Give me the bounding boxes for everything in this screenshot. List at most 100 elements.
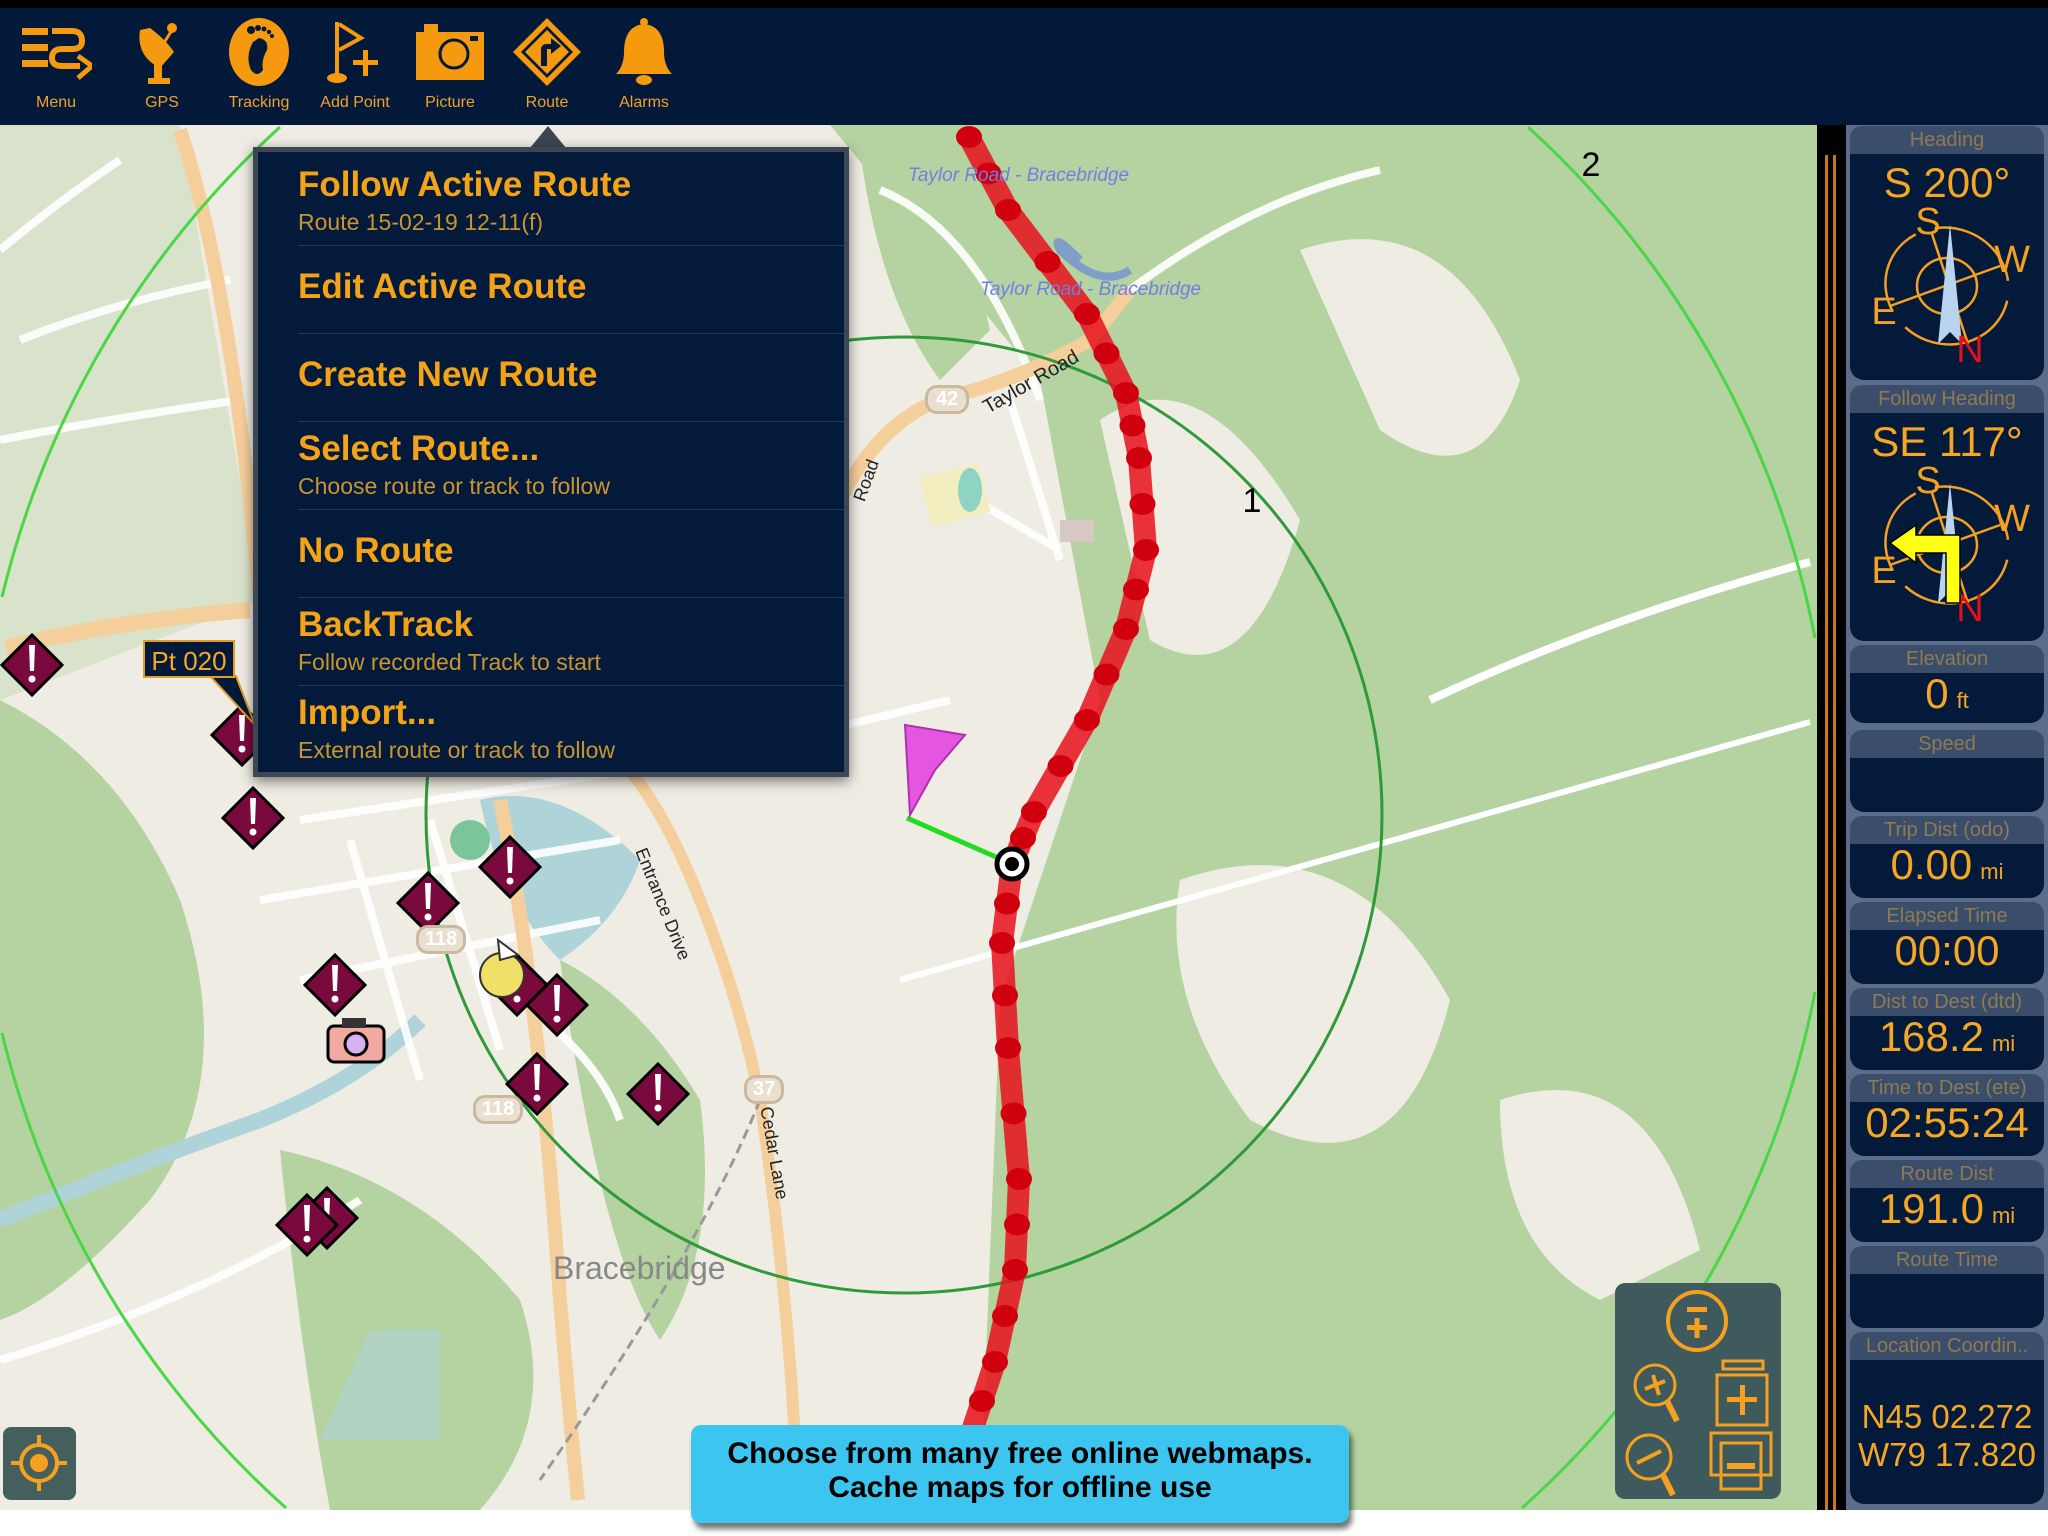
menu-item-follow-active-route[interactable]: Follow Active Route Route 15-02-19 12-11… — [298, 157, 844, 246]
zoom-toggle-icon[interactable] — [1665, 1289, 1729, 1353]
menu-item-edit-active-route[interactable]: Edit Active Route — [298, 245, 844, 334]
time-to-dest-value: 02:55:24 — [1865, 1099, 2029, 1146]
zoom-in-icon[interactable] — [1631, 1361, 1685, 1425]
compass-e-label: E — [1871, 550, 1896, 592]
route-shield-118-south: 118 — [473, 1095, 524, 1124]
route-label: Route — [525, 94, 569, 111]
map-layer-add-icon[interactable] — [1715, 1359, 1771, 1427]
elevation-unit: ft — [1956, 688, 1969, 713]
menu-item-create-new-route[interactable]: Create New Route — [298, 333, 844, 422]
route-point — [989, 932, 1015, 954]
menu-item-no-route[interactable]: No Route — [298, 509, 844, 598]
alarms-button[interactable]: Alarms — [594, 16, 694, 126]
trip-dist-label: Trip Dist (odo) — [1850, 816, 2044, 844]
gps-label: GPS — [145, 94, 179, 111]
follow-compass-icon: SWEN — [1871, 460, 2030, 630]
map-label-town-bracebridge: Bracebridge — [553, 1250, 726, 1286]
gps-button[interactable]: GPS — [112, 16, 212, 126]
route-menu: Follow Active Route Route 15-02-19 12-11… — [253, 147, 849, 777]
menu-item-title: Edit Active Route — [298, 267, 587, 306]
menu-item-title: BackTrack — [298, 605, 474, 644]
time-to-dest-widget[interactable]: Time to Dest (ete) 02:55:24 — [1850, 1074, 2044, 1156]
compass-s-label: S — [1915, 463, 1940, 502]
route-point — [1047, 755, 1074, 777]
camera-icon — [416, 24, 484, 80]
route-point — [1093, 663, 1120, 686]
menu-item-title: Import... — [298, 693, 437, 732]
poi-sun-marker-icon[interactable] — [479, 937, 525, 998]
location-widget[interactable]: Location Coordin.. N45 02.272 W79 17.820 — [1850, 1332, 2044, 1504]
destination-flag-icon — [903, 723, 967, 819]
menu-item-subtitle: Route 15-02-19 12-11(f) — [298, 209, 544, 235]
elevation-widget[interactable]: Elevation 0 ft — [1850, 645, 2044, 723]
waypoint-alert-icon[interactable] — [302, 952, 368, 1018]
satellite-dish-icon — [139, 23, 177, 84]
zoom-out-icon[interactable] — [1625, 1433, 1683, 1497]
waypoint-label-pt-020[interactable]: Pt 020 — [143, 640, 235, 678]
elevation-label: Elevation — [1850, 645, 2044, 673]
route-time-widget[interactable]: Route Time — [1850, 1246, 2044, 1328]
route-point — [1021, 801, 1047, 823]
route-point — [1006, 1168, 1032, 1190]
latitude-value: N45 02.272 — [1861, 1398, 2033, 1435]
compass-w-label: W — [1994, 498, 2030, 540]
route-time-label: Route Time — [1850, 1246, 2044, 1274]
map-label-taylor-road-bracebridge-2: Taylor Road - Bracebridge — [980, 279, 1202, 300]
route-point — [1119, 414, 1146, 437]
route-point — [992, 1305, 1018, 1327]
menu-item-select-route[interactable]: Select Route... Choose route or track to… — [298, 421, 844, 510]
speed-widget[interactable]: Speed — [1850, 730, 2044, 812]
locate-me-button[interactable] — [3, 1427, 76, 1500]
follow-heading-widget[interactable]: Follow Heading SE 117° SWEN — [1850, 385, 2044, 641]
menu-button[interactable]: Menu — [6, 16, 106, 126]
elapsed-time-widget[interactable]: Elapsed Time 00:00 — [1850, 902, 2044, 984]
compass-icon: S W E N — [1871, 201, 2030, 371]
route-point — [995, 1037, 1021, 1059]
route-point — [1126, 447, 1152, 469]
time-to-dest-label: Time to Dest (ete) — [1850, 1074, 2044, 1102]
picture-button[interactable]: Picture — [400, 16, 500, 126]
menu-item-backtrack[interactable]: BackTrack Follow recorded Track to start — [298, 597, 844, 686]
elevation-value: 0 — [1925, 670, 1949, 717]
route-point — [1123, 578, 1149, 601]
route-sign-icon — [513, 18, 581, 86]
add-point-button[interactable]: Add Point — [305, 16, 405, 126]
route-shield-37: 37 — [744, 1075, 785, 1104]
route-point — [982, 1351, 1008, 1373]
menu-label: Menu — [35, 94, 77, 111]
route-point — [956, 126, 982, 148]
elapsed-time-label: Elapsed Time — [1850, 902, 2044, 930]
route-point — [1113, 618, 1139, 640]
panel-divider[interactable] — [1817, 125, 1846, 1510]
compass-s-label: S — [1915, 204, 1940, 243]
route-dist-unit: mi — [1991, 1203, 2016, 1228]
tracking-label: Tracking — [228, 94, 290, 111]
route-point — [1074, 303, 1100, 325]
tracking-button[interactable]: Tracking — [209, 16, 309, 126]
route-dist-label: Route Dist — [1850, 1160, 2044, 1188]
menu-item-title: No Route — [298, 531, 454, 570]
route-point — [969, 1390, 995, 1412]
map-layer-remove-icon[interactable] — [1709, 1431, 1773, 1491]
dist-to-dest-value: 168.2 — [1878, 1013, 1984, 1060]
menu-item-import[interactable]: Import... External route or track to fol… — [298, 685, 844, 773]
follow-heading-value: SE 117° — [1871, 418, 2023, 465]
photo-marker-camera-icon[interactable] — [326, 1018, 386, 1064]
toast-line-1: Choose from many free online webmaps. — [727, 1437, 1313, 1470]
heading-widget[interactable]: Heading S 200° S W E N — [1850, 126, 2044, 380]
follow-heading-label: Follow Heading — [1850, 385, 2044, 413]
trip-dist-widget[interactable]: Trip Dist (odo) 0.00 mi — [1850, 816, 2044, 898]
route-dist-widget[interactable]: Route Dist 191.0 mi — [1850, 1160, 2044, 1242]
menu-item-subtitle: Follow recorded Track to start — [298, 649, 601, 675]
dist-to-dest-widget[interactable]: Dist to Dest (dtd) 168.2 mi — [1850, 988, 2044, 1070]
menu-route-icon — [22, 28, 92, 80]
dist-to-dest-unit: mi — [1991, 1031, 2016, 1056]
route-shield-42: 42 — [925, 385, 970, 414]
waypoint-alert-icon[interactable] — [220, 785, 286, 851]
route-button[interactable]: Route — [497, 16, 597, 126]
route-point — [1010, 827, 1036, 849]
footprint-icon — [229, 18, 289, 86]
toolbar: Menu GPS Tracking Add Point Picture Rout… — [0, 0, 2048, 125]
heading-label: Heading — [1850, 126, 2044, 154]
menu-item-title: Select Route... — [298, 429, 540, 468]
